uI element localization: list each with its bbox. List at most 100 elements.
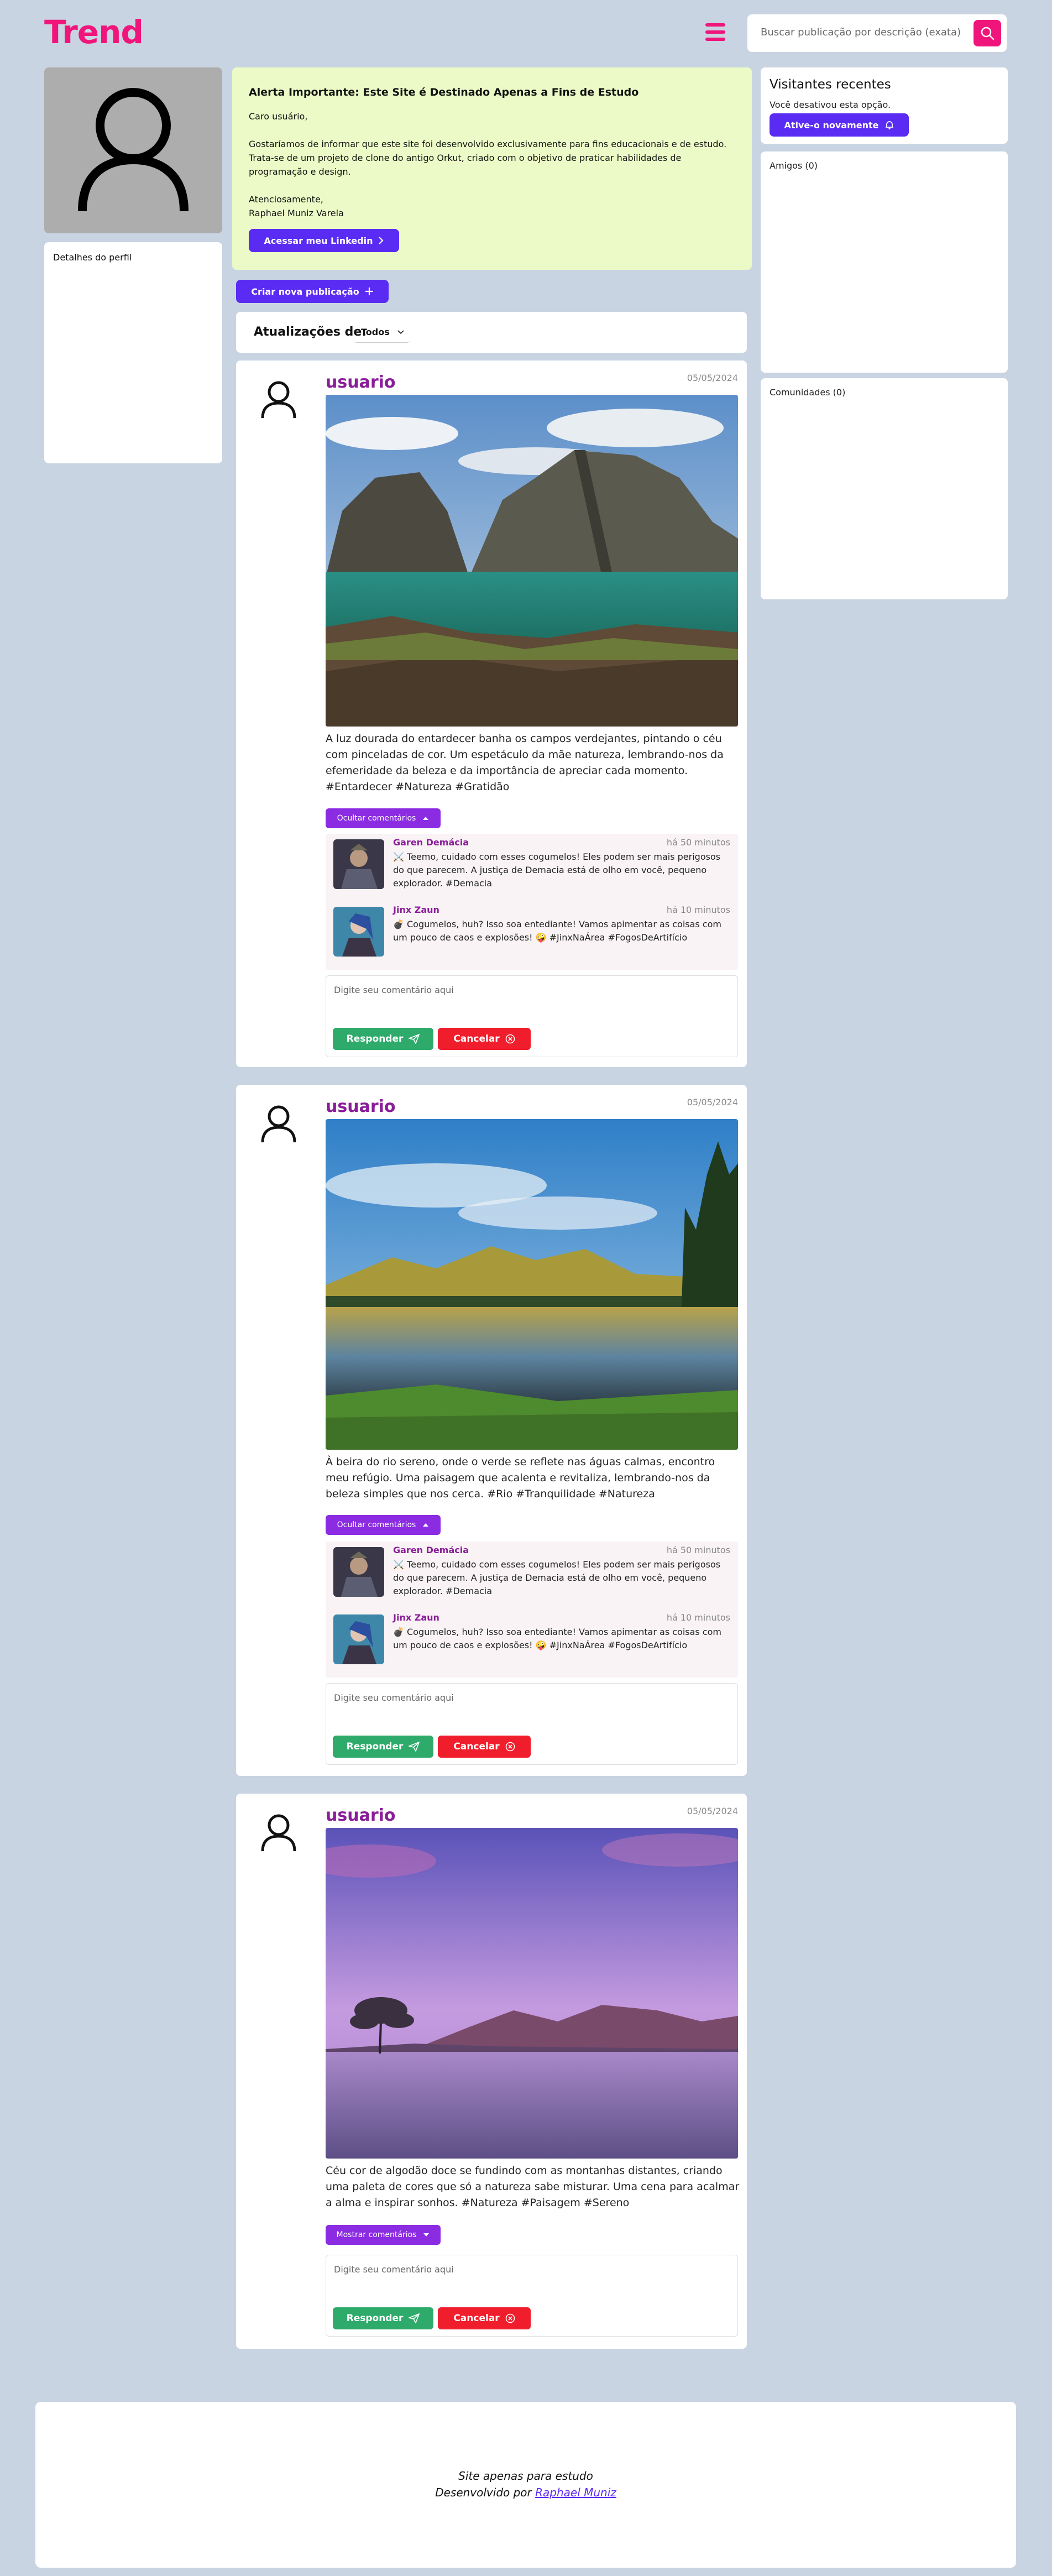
reply-button[interactable]: Responder: [333, 1736, 433, 1758]
friends-label[interactable]: Amigos (0): [770, 160, 818, 171]
close-circle-icon: [505, 1742, 515, 1752]
cancel-label: Cancelar: [453, 1741, 500, 1752]
create-post-label: Criar nova publicação: [251, 286, 359, 297]
updates-selected: Todos: [361, 327, 390, 337]
reply-label: Responder: [346, 2313, 404, 2324]
comment-avatar[interactable]: [333, 1547, 384, 1597]
comment-avatar[interactable]: [333, 907, 384, 957]
caret-up-icon: [423, 817, 429, 820]
toggle-comments-button[interactable]: Ocultar comentários: [326, 1515, 441, 1535]
toggle-comments-label: Mostrar comentários: [336, 2230, 417, 2239]
comment-text: ⚔️ Teemo, cuidado com esses cogumelos! E…: [393, 851, 721, 889]
post-image: [326, 395, 738, 727]
reply-button[interactable]: Responder: [333, 1028, 433, 1050]
profile-photo: [44, 67, 222, 233]
toggle-comments-button[interactable]: Mostrar comentários: [326, 2225, 441, 2245]
alert-greeting: Caro usuário,: [249, 111, 308, 122]
footer: Site apenas para estudo Desenvolvido por…: [35, 2402, 1016, 2568]
user-avatar-icon: [261, 381, 296, 419]
footer-study-note: Site apenas para estudo: [458, 2469, 593, 2483]
logo[interactable]: Trend: [44, 13, 144, 51]
search-input[interactable]: Buscar publicação por descrição (exata): [761, 27, 961, 38]
alert-closing: Atenciosamente,: [249, 194, 323, 205]
comment-author[interactable]: Garen Demácia: [393, 837, 469, 848]
updates-select[interactable]: Todos: [354, 322, 410, 343]
hamburger-menu-icon[interactable]: [705, 23, 725, 41]
linkedin-button-label: Acessar meu Linkedin: [264, 235, 373, 246]
profile-details-label: Detalhes do perfil: [53, 252, 132, 263]
post-card: usuario 05/05/2024 À beira do rio sereno…: [236, 1085, 747, 1776]
comment-author[interactable]: Jinx Zaun: [393, 905, 439, 915]
comment-avatar[interactable]: [333, 839, 384, 889]
alert-paragraph-1: Gostaríamos de informar que este site fo…: [249, 139, 727, 149]
comment-time: há 50 minutos: [666, 1545, 730, 1555]
comment-input[interactable]: Digite seu comentário aqui Responder Can…: [326, 1683, 738, 1765]
post-image: [326, 1119, 738, 1450]
chevron-down-icon: [397, 330, 404, 335]
cancel-label: Cancelar: [453, 1033, 500, 1044]
footer-author-link[interactable]: Raphael Muniz: [535, 2486, 616, 2499]
send-icon: [409, 1034, 420, 1044]
close-circle-icon: [505, 1034, 515, 1044]
search-button[interactable]: [974, 20, 1001, 46]
comment-avatar[interactable]: [333, 1614, 384, 1664]
comment-item: Jinx Zaun há 10 minutos 💣 Cogumelos, huh…: [333, 902, 731, 958]
reactivate-label: Ative-o novamente: [784, 119, 879, 130]
communities-label[interactable]: Comunidades (0): [770, 387, 845, 398]
comment-input[interactable]: Digite seu comentário aqui Responder Can…: [326, 2255, 738, 2337]
comment-placeholder: Digite seu comentário aqui: [334, 985, 454, 995]
post-username[interactable]: usuario: [326, 1806, 396, 1825]
caret-down-icon: [423, 2233, 430, 2237]
post-username[interactable]: usuario: [326, 373, 396, 392]
cancel-label: Cancelar: [453, 2313, 500, 2324]
toggle-comments-label: Ocultar comentários: [337, 1520, 416, 1529]
updates-filter: Atualizações de: Todos: [236, 312, 747, 353]
comment-author[interactable]: Jinx Zaun: [393, 1612, 439, 1623]
reactivate-button[interactable]: Ative-o novamente: [770, 113, 909, 137]
chevron-right-icon: [379, 237, 384, 244]
footer-credit: Desenvolvido por Raphael Muniz: [35, 2486, 1016, 2499]
updates-label: Atualizações de:: [254, 325, 367, 339]
create-post-button[interactable]: Criar nova publicação: [236, 280, 389, 303]
comment-placeholder: Digite seu comentário aqui: [334, 1692, 454, 1703]
user-avatar-icon: [261, 1814, 296, 1852]
comments-list: Garen Demácia há 50 minutos ⚔️ Teemo, cu…: [326, 1542, 738, 1678]
footer-credit-prefix: Desenvolvido por: [435, 2486, 532, 2499]
comments-list: Garen Demácia há 50 minutos ⚔️ Teemo, cu…: [326, 834, 738, 970]
comment-item: Garen Demácia há 50 minutos ⚔️ Teemo, cu…: [333, 835, 731, 890]
comment-text: ⚔️ Teemo, cuidado com esses cogumelos! E…: [393, 1559, 721, 1596]
user-avatar-icon: [261, 1105, 296, 1143]
plus-icon: [365, 288, 373, 295]
reply-label: Responder: [346, 1741, 404, 1752]
post-username[interactable]: usuario: [326, 1097, 396, 1116]
header: Trend Buscar publicação por descrição (e…: [0, 0, 1052, 66]
communities-card: Comunidades (0): [761, 378, 1008, 599]
study-alert: Alerta Importante: Este Site é Destinado…: [232, 67, 752, 270]
close-circle-icon: [505, 2313, 515, 2323]
recent-visitors-title: Visitantes recentes: [770, 77, 891, 92]
post-description: A luz dourada do entardecer banha os cam…: [326, 733, 724, 793]
comment-time: há 50 minutos: [666, 837, 730, 848]
cancel-button[interactable]: Cancelar: [438, 2307, 531, 2329]
comment-text: 💣 Cogumelos, huh? Isso soa entediante! V…: [393, 1627, 721, 1650]
comment-placeholder: Digite seu comentário aqui: [334, 2264, 454, 2275]
post-date: 05/05/2024: [687, 373, 738, 383]
alert-author: Raphael Muniz Varela: [249, 208, 344, 218]
reply-button[interactable]: Responder: [333, 2307, 433, 2329]
comment-text: 💣 Cogumelos, huh? Isso soa entediante! V…: [393, 919, 721, 943]
user-avatar-icon: [78, 88, 189, 212]
post-card: usuario 05/05/2024 A luz dourada do enta…: [236, 360, 747, 1067]
post-description: À beira do rio sereno, onde o verde se r…: [326, 1456, 715, 1500]
send-icon: [409, 1742, 420, 1752]
linkedin-button[interactable]: Acessar meu Linkedin: [249, 229, 399, 252]
comment-input[interactable]: Digite seu comentário aqui Responder Can…: [326, 975, 738, 1057]
post-card: usuario 05/05/2024 Céu cor de algodão do…: [236, 1794, 747, 2349]
profile-details-card: Detalhes do perfil: [44, 242, 222, 463]
comment-author[interactable]: Garen Demácia: [393, 1545, 469, 1555]
toggle-comments-button[interactable]: Ocultar comentários: [326, 808, 441, 828]
cancel-button[interactable]: Cancelar: [438, 1736, 531, 1758]
bell-icon: [885, 121, 893, 130]
caret-up-icon: [423, 1523, 429, 1527]
alert-title: Alerta Importante: Este Site é Destinado…: [249, 86, 639, 98]
cancel-button[interactable]: Cancelar: [438, 1028, 531, 1050]
